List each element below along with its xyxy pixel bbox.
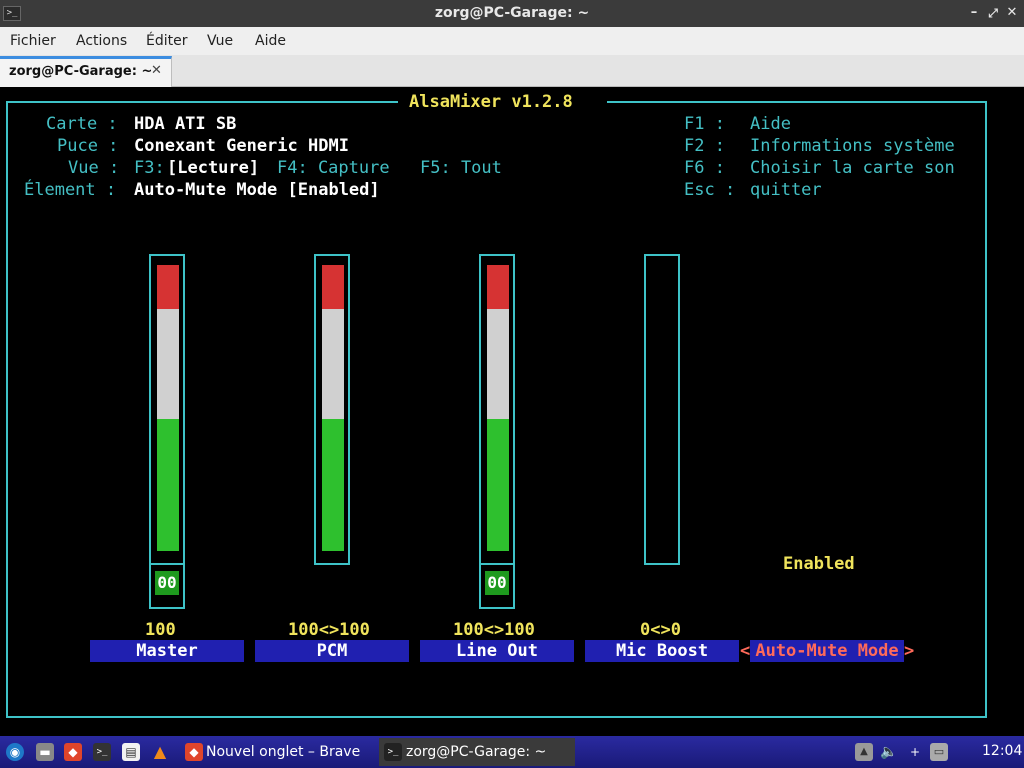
element-label: Élement :: [24, 180, 117, 200]
master-volume-bar[interactable]: [149, 254, 185, 565]
maximize-button[interactable]: ⤢: [985, 5, 1001, 21]
help-text-f2: Informations système: [750, 136, 955, 156]
carte-value: HDA ATI SB: [134, 114, 237, 134]
task-brave-label: Nouvel onglet – Brave: [206, 744, 361, 760]
help-key-f6: F6 :: [684, 158, 725, 178]
vue-f4: F4: Capture: [277, 158, 390, 178]
pcm-bar-green: [322, 419, 344, 551]
menubar: Fichier Actions Éditer Vue Aide: [0, 27, 1024, 55]
help-key-f1: F1 :: [684, 114, 725, 134]
network-icon[interactable]: ▭: [930, 743, 948, 761]
automute-bracket-right: >: [904, 641, 915, 661]
lineout-volume-bar[interactable]: [479, 254, 515, 565]
pcm-label[interactable]: PCM: [255, 640, 409, 662]
alsamixer-header: AlsaMixer v1.2.8: [409, 92, 573, 112]
automute-value: Enabled: [783, 554, 855, 574]
menu-aide[interactable]: Aide: [255, 33, 286, 49]
task-terminal[interactable]: >_ zorg@PC-Garage: ~: [379, 738, 575, 766]
pcm-volume-bar[interactable]: [314, 254, 350, 565]
lineout-label[interactable]: Line Out: [420, 640, 574, 662]
tab-close-icon[interactable]: ✕: [151, 63, 162, 78]
text-editor-icon[interactable]: ▤: [122, 743, 140, 761]
puce-value: Conexant Generic HDMI: [134, 136, 349, 156]
help-text-esc: quitter: [750, 180, 822, 200]
master-mute-indicator: 00: [155, 571, 179, 595]
menu-vue[interactable]: Vue: [207, 33, 233, 49]
puce-label: Puce :: [57, 136, 119, 156]
vue-lecture: [Lecture]: [167, 158, 260, 178]
automute-label[interactable]: Auto-Mute Mode: [750, 640, 904, 662]
micboost-label[interactable]: Mic Boost: [585, 640, 739, 662]
master-bar-red: [157, 265, 179, 309]
taskbar: ◉ ▬ ◆ >_ ▤ ▲ ◆ Nouvel onglet – Brave >_ …: [0, 736, 1024, 768]
master-label[interactable]: Master: [90, 640, 244, 662]
menu-editer[interactable]: Éditer: [146, 33, 187, 49]
element-value: Auto-Mute Mode [Enabled]: [134, 180, 380, 200]
tray-scroll-icon[interactable]: ▲: [855, 743, 873, 761]
lineout-bar-green: [487, 419, 509, 551]
master-bar-gray: [157, 309, 179, 419]
minimize-button[interactable]: –: [966, 5, 982, 21]
menu-fichier[interactable]: Fichier: [10, 33, 56, 49]
terminal-task-icon: >_: [384, 743, 402, 761]
vue-label: Vue :: [68, 158, 120, 178]
pcm-value: 100<>100: [288, 620, 370, 640]
pcm-bar-red: [322, 265, 344, 309]
tab-bar: zorg@PC-Garage: ~ ✕: [0, 55, 1024, 87]
window-titlebar: >_ zorg@PC-Garage: ~ – ⤢ ✕: [0, 0, 1024, 27]
task-terminal-label: zorg@PC-Garage: ~: [406, 744, 547, 760]
pcm-bar-gray: [322, 309, 344, 419]
automute-bracket-left: <: [740, 641, 751, 661]
vue-f5: F5: Tout: [420, 158, 502, 178]
tray-plus[interactable]: +: [906, 743, 924, 761]
lineout-bar-red: [487, 265, 509, 309]
micboost-value: 0<>0: [640, 620, 681, 640]
help-key-esc: Esc :: [684, 180, 736, 200]
help-text-f6: Choisir la carte son: [750, 158, 955, 178]
lineout-bar-gray: [487, 309, 509, 419]
tab-terminal[interactable]: zorg@PC-Garage: ~ ✕: [0, 56, 172, 87]
terminal-launcher-icon[interactable]: >_: [93, 743, 111, 761]
master-bar-green: [157, 419, 179, 551]
file-manager-icon[interactable]: ▬: [36, 743, 54, 761]
vlc-icon[interactable]: ▲: [151, 743, 169, 761]
window-title: zorg@PC-Garage: ~: [434, 5, 590, 21]
menu-actions[interactable]: Actions: [76, 33, 127, 49]
tab-label: zorg@PC-Garage: ~: [9, 64, 153, 79]
vue-f3: F3:: [134, 158, 165, 178]
brave-task-icon: ◆: [185, 743, 203, 761]
lineout-mute-toggle[interactable]: 00: [479, 563, 515, 609]
master-mute-toggle[interactable]: 00: [149, 563, 185, 609]
clock: 12:04: [982, 743, 1023, 759]
start-menu-icon[interactable]: ◉: [6, 743, 24, 761]
task-brave[interactable]: ◆ Nouvel onglet – Brave: [182, 738, 372, 766]
micboost-volume-bar[interactable]: [644, 254, 680, 565]
close-button[interactable]: ✕: [1004, 5, 1020, 21]
lineout-mute-indicator: 00: [485, 571, 509, 595]
volume-icon[interactable]: 🔈: [880, 743, 898, 761]
lineout-value: 100<>100: [453, 620, 535, 640]
brave-launcher-icon[interactable]: ◆: [64, 743, 82, 761]
master-value: 100: [145, 620, 176, 640]
help-key-f2: F2 :: [684, 136, 725, 156]
carte-label: Carte :: [46, 114, 118, 134]
terminal-area[interactable]: AlsaMixer v1.2.8 Carte : HDA ATI SB Puce…: [0, 88, 1024, 736]
help-text-f1: Aide: [750, 114, 791, 134]
